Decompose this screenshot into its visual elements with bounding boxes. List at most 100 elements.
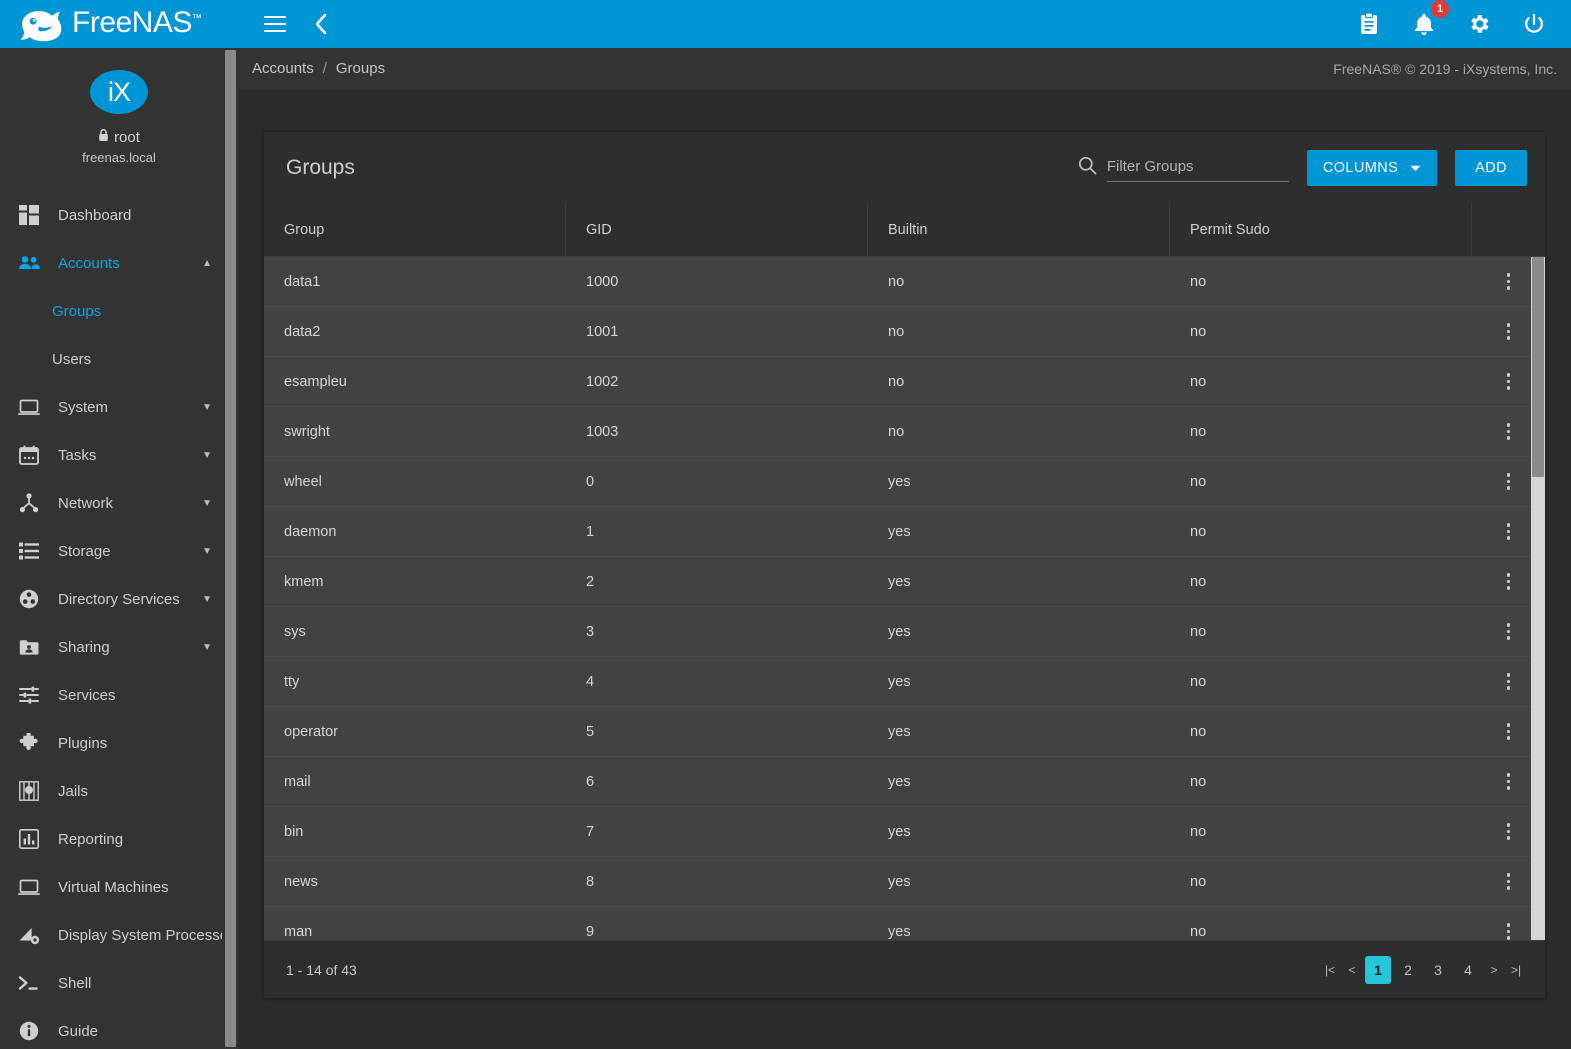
sidebar-scrollbar[interactable] bbox=[222, 48, 238, 1049]
table-row[interactable]: bin 7 yes no bbox=[264, 807, 1545, 857]
sidebar-item-services[interactable]: Services bbox=[0, 671, 238, 719]
row-menu-icon[interactable] bbox=[1498, 921, 1520, 941]
power-icon[interactable] bbox=[1519, 9, 1549, 39]
cell-permit-sudo: no bbox=[1190, 623, 1207, 640]
page-button-1[interactable]: 1 bbox=[1365, 955, 1391, 984]
page-button-2[interactable]: 2 bbox=[1395, 956, 1421, 984]
top-bar-left-controls bbox=[240, 9, 336, 39]
next-page-icon[interactable]: > bbox=[1485, 956, 1503, 984]
sidebar-item-reporting[interactable]: Reporting bbox=[0, 815, 238, 863]
sidebar-item-display-system-processes[interactable]: Display System Processes bbox=[0, 911, 238, 959]
sidebar-item-network[interactable]: Network ▼ bbox=[0, 479, 238, 527]
cell-permit-sudo: no bbox=[1190, 573, 1207, 590]
column-header-permit-sudo[interactable]: Permit Sudo bbox=[1170, 204, 1472, 257]
jail-icon bbox=[14, 781, 44, 801]
sidebar-item-storage[interactable]: Storage ▼ bbox=[0, 527, 238, 575]
column-header-group[interactable]: Group bbox=[264, 204, 566, 257]
sidebar-item-accounts[interactable]: Accounts ▲ bbox=[0, 239, 238, 287]
sidebar-item-users[interactable]: Users bbox=[0, 335, 238, 383]
add-button[interactable]: ADD bbox=[1455, 150, 1527, 186]
task-manager-icon[interactable] bbox=[1354, 9, 1384, 39]
table-row[interactable]: tty 4 yes no bbox=[264, 657, 1545, 707]
sidebar-item-label: Virtual Machines bbox=[58, 878, 169, 896]
sidebar-item-sharing[interactable]: Sharing ▼ bbox=[0, 623, 238, 671]
table-row[interactable]: operator 5 yes no bbox=[264, 707, 1545, 757]
cell-gid: 1001 bbox=[586, 323, 619, 340]
row-menu-icon[interactable] bbox=[1498, 671, 1520, 693]
chevron-left-icon[interactable] bbox=[306, 9, 336, 39]
row-menu-icon[interactable] bbox=[1498, 571, 1520, 593]
table-row[interactable]: swright 1003 no no bbox=[264, 407, 1545, 457]
table-row[interactable]: data1 1000 no no bbox=[264, 257, 1545, 307]
table-row[interactable]: esampleu 1002 no no bbox=[264, 357, 1545, 407]
notifications-icon[interactable]: 1 bbox=[1409, 0, 1449, 39]
row-menu-icon[interactable] bbox=[1498, 521, 1520, 543]
table-row[interactable]: wheel 0 yes no bbox=[264, 457, 1545, 507]
row-menu-icon[interactable] bbox=[1498, 271, 1520, 293]
hamburger-icon[interactable] bbox=[260, 9, 290, 39]
card-header: Groups COLUMNS AD bbox=[264, 132, 1545, 204]
sidebar-item-plugins[interactable]: Plugins bbox=[0, 719, 238, 767]
directory-icon bbox=[14, 589, 44, 609]
search-input[interactable] bbox=[1106, 154, 1289, 182]
table-row[interactable]: kmem 2 yes no bbox=[264, 557, 1545, 607]
sidebar-item-tasks[interactable]: Tasks ▼ bbox=[0, 431, 238, 479]
sidebar-scrollbar-thumb[interactable] bbox=[225, 50, 236, 1047]
cell-group: esampleu bbox=[284, 373, 347, 390]
cell-group: operator bbox=[284, 723, 339, 740]
sidebar-item-guide[interactable]: Guide bbox=[0, 1007, 238, 1049]
row-menu-icon[interactable] bbox=[1498, 821, 1520, 843]
first-page-icon[interactable]: |< bbox=[1321, 956, 1339, 984]
sidebar-item-jails[interactable]: Jails bbox=[0, 767, 238, 815]
table-scrollbar[interactable] bbox=[1531, 257, 1545, 940]
row-menu-icon[interactable] bbox=[1498, 871, 1520, 893]
cell-group: kmem bbox=[284, 573, 324, 590]
table-row[interactable]: sys 3 yes no bbox=[264, 607, 1545, 657]
cell-group: swright bbox=[284, 423, 330, 440]
table-row[interactable]: mail 6 yes no bbox=[264, 757, 1545, 807]
cell-builtin: no bbox=[888, 273, 905, 290]
row-menu-icon[interactable] bbox=[1498, 421, 1520, 443]
row-menu-icon[interactable] bbox=[1498, 321, 1520, 343]
cell-builtin: no bbox=[888, 323, 905, 340]
prev-page-icon[interactable]: < bbox=[1343, 956, 1361, 984]
chevron-down-icon: ▼ bbox=[202, 497, 212, 509]
sidebar-item-shell[interactable]: Shell bbox=[0, 959, 238, 1007]
sidebar-item-groups[interactable]: Groups bbox=[0, 287, 238, 335]
top-bar: FreeNAS™ 1 bbox=[0, 0, 1571, 48]
table-row[interactable]: data2 1001 no no bbox=[264, 307, 1545, 357]
table-row[interactable]: daemon 1 yes no bbox=[264, 507, 1545, 557]
row-menu-icon[interactable] bbox=[1498, 621, 1520, 643]
table-row[interactable]: news 8 yes no bbox=[264, 857, 1545, 907]
column-header-gid[interactable]: GID bbox=[566, 204, 868, 257]
sidebar-item-virtual-machines[interactable]: Virtual Machines bbox=[0, 863, 238, 911]
sidebar-item-dashboard[interactable]: Dashboard bbox=[0, 191, 238, 239]
cell-builtin: yes bbox=[888, 923, 911, 940]
columns-button[interactable]: COLUMNS bbox=[1306, 150, 1438, 186]
breadcrumb-parent[interactable]: Accounts bbox=[252, 60, 314, 77]
sidebar-item-directory-services[interactable]: Directory Services ▼ bbox=[0, 575, 238, 623]
last-page-icon[interactable]: >| bbox=[1507, 956, 1525, 984]
brand-logo-area[interactable]: FreeNAS™ bbox=[0, 0, 240, 48]
cell-builtin: yes bbox=[888, 773, 911, 790]
row-menu-icon[interactable] bbox=[1498, 721, 1520, 743]
row-menu-icon[interactable] bbox=[1498, 471, 1520, 493]
processes-icon bbox=[14, 925, 44, 945]
page-button-3[interactable]: 3 bbox=[1425, 956, 1451, 984]
search-icon bbox=[1078, 156, 1097, 180]
page-button-4[interactable]: 4 bbox=[1455, 956, 1481, 984]
cell-gid: 4 bbox=[586, 673, 595, 690]
row-menu-icon[interactable] bbox=[1498, 371, 1520, 393]
sidebar-item-label: Jails bbox=[58, 782, 89, 800]
cell-builtin: yes bbox=[888, 723, 911, 740]
row-menu-icon[interactable] bbox=[1498, 771, 1520, 793]
sidebar-item-label: Plugins bbox=[58, 734, 108, 752]
table-row[interactable]: man 9 yes no bbox=[264, 907, 1545, 940]
sidebar-item-system[interactable]: System ▼ bbox=[0, 383, 238, 431]
column-header-builtin[interactable]: Builtin bbox=[868, 204, 1170, 257]
groups-card: Groups COLUMNS AD bbox=[264, 132, 1545, 998]
cell-permit-sudo: no bbox=[1190, 673, 1207, 690]
cell-permit-sudo: no bbox=[1190, 773, 1207, 790]
gear-icon[interactable] bbox=[1464, 9, 1494, 39]
table-scrollbar-thumb[interactable] bbox=[1532, 257, 1544, 477]
